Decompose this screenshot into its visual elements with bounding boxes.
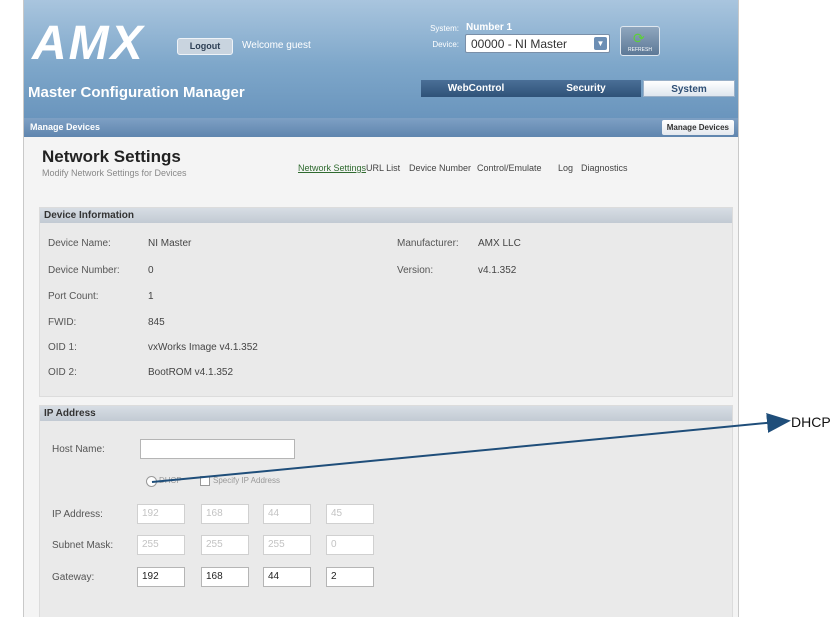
- device-label: Device:: [432, 40, 459, 49]
- refresh-label: REFRESH: [628, 47, 652, 53]
- manage-devices-tab[interactable]: Manage Devices: [661, 120, 734, 135]
- oid1-label: OID 1:: [48, 342, 77, 353]
- host-name-label: Host Name:: [52, 444, 105, 455]
- ip-octet-4[interactable]: 45: [326, 504, 374, 524]
- page-subtitle: Modify Network Settings for Devices: [42, 168, 187, 178]
- nav-device-number[interactable]: Device Number: [409, 163, 471, 173]
- amx-logo: AMX: [32, 17, 145, 70]
- specify-ip-checkbox[interactable]: [200, 476, 210, 486]
- tab-security[interactable]: Security: [531, 80, 641, 97]
- fwid-value: 845: [148, 317, 165, 328]
- subnet-octet-4[interactable]: 0: [326, 535, 374, 555]
- welcome-text: Welcome guest: [242, 40, 311, 51]
- dhcp-label: DHCP: [159, 476, 182, 485]
- ip-octet-1[interactable]: 192: [137, 504, 185, 524]
- host-name-input[interactable]: [140, 439, 295, 459]
- subbar-title: Manage Devices: [30, 122, 101, 132]
- tab-system[interactable]: System: [643, 80, 735, 97]
- ip-address-section: IP Address Host Name: DHCP Specify IP Ad…: [39, 405, 733, 617]
- device-number-value: 0: [148, 265, 154, 276]
- manufacturer-value: AMX LLC: [478, 238, 521, 249]
- manufacturer-label: Manufacturer:: [397, 238, 459, 249]
- section-header: IP Address: [40, 406, 732, 421]
- app-window: AMX Logout Welcome guest System: Number …: [23, 0, 739, 617]
- nav-control-emulate[interactable]: Control/Emulate: [477, 163, 542, 173]
- header: AMX Logout Welcome guest System: Number …: [24, 0, 738, 118]
- device-info-section: Device Information Device Name: NI Maste…: [39, 207, 733, 397]
- tab-webcontrol[interactable]: WebControl: [421, 80, 531, 97]
- subnet-mask-label: Subnet Mask:: [52, 540, 114, 551]
- subnet-octet-2[interactable]: 255: [201, 535, 249, 555]
- ip-octet-3[interactable]: 44: [263, 504, 311, 524]
- port-count-label: Port Count:: [48, 291, 99, 302]
- gateway-octet-3[interactable]: 44: [263, 567, 311, 587]
- version-value: v4.1.352: [478, 265, 517, 276]
- port-count-value: 1: [148, 291, 154, 302]
- app-title: Master Configuration Manager: [28, 84, 245, 101]
- gateway-octet-2[interactable]: 168: [201, 567, 249, 587]
- oid2-label: OID 2:: [48, 367, 77, 378]
- device-select-value: 00000 - NI Master: [471, 37, 568, 51]
- sub-toolbar: Manage Devices Manage Devices: [24, 118, 738, 137]
- oid2-value: BootROM v4.1.352: [148, 367, 234, 378]
- callout-label: DHCP: [791, 414, 831, 430]
- nav-url-list[interactable]: URL List: [366, 163, 400, 173]
- chevron-down-icon[interactable]: ▼: [594, 37, 607, 50]
- device-name-label: Device Name:: [48, 238, 111, 249]
- oid1-value: vxWorks Image v4.1.352: [148, 342, 258, 353]
- gateway-octet-1[interactable]: 192: [137, 567, 185, 587]
- nav-log[interactable]: Log: [558, 163, 573, 173]
- nav-diagnostics[interactable]: Diagnostics: [581, 163, 628, 173]
- version-label: Version:: [397, 265, 434, 276]
- nav-network-settings[interactable]: Network Settings: [298, 163, 366, 173]
- subnet-octet-3[interactable]: 255: [263, 535, 311, 555]
- fwid-label: FWID:: [48, 317, 77, 328]
- device-select[interactable]: 00000 - NI Master ▼: [465, 34, 610, 53]
- main-tabs: WebControl Security System: [421, 80, 737, 97]
- ip-address-label: IP Address:: [52, 509, 103, 520]
- dhcp-radio[interactable]: [146, 476, 157, 487]
- subnet-octet-1[interactable]: 255: [137, 535, 185, 555]
- system-value: Number 1: [466, 22, 513, 33]
- system-label: System:: [430, 24, 459, 33]
- page-title: Network Settings: [42, 147, 181, 166]
- logout-button[interactable]: Logout: [177, 38, 233, 55]
- refresh-button[interactable]: ⟳ REFRESH: [620, 26, 660, 56]
- main-content: Network Settings Modify Network Settings…: [24, 137, 738, 617]
- gateway-octet-4[interactable]: 2: [326, 567, 374, 587]
- specify-ip-label: Specify IP Address: [213, 476, 280, 485]
- device-name-value: NI Master: [148, 238, 192, 249]
- ip-octet-2[interactable]: 168: [201, 504, 249, 524]
- section-header: Device Information: [40, 208, 732, 223]
- device-number-label: Device Number:: [48, 265, 120, 276]
- gateway-label: Gateway:: [52, 572, 95, 583]
- refresh-icon: ⟳: [633, 30, 645, 46]
